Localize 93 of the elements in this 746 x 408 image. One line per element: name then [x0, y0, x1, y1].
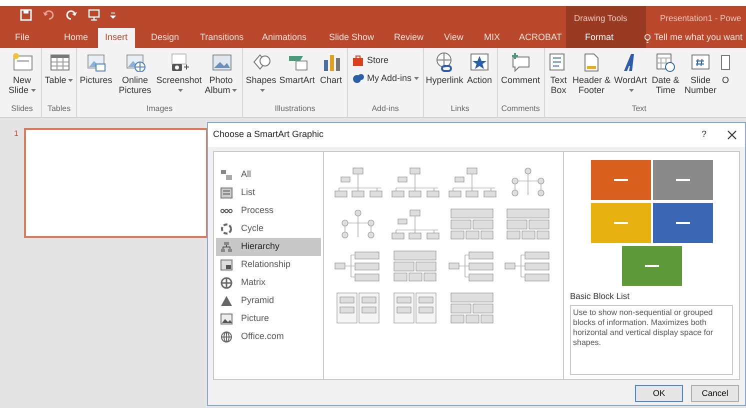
ribbon-button[interactable]: Chart: [317, 52, 345, 103]
category-item[interactable]: Picture: [216, 310, 321, 328]
category-item[interactable]: Matrix: [216, 274, 321, 292]
presentation-icon: [88, 9, 100, 21]
ribbon-button[interactable]: New Slide: [5, 52, 39, 103]
hierarchy-icon: [220, 241, 233, 253]
category-item[interactable]: Office.com: [216, 328, 321, 346]
group-label: Tables: [47, 103, 71, 115]
picture-icon: [220, 313, 233, 325]
undo-icon: [42, 9, 56, 21]
pyramid-icon: [220, 295, 233, 307]
category-item[interactable]: Cycle: [216, 220, 321, 238]
ribbon-button[interactable]: Hyperlink: [426, 52, 464, 103]
ribbon-tab[interactable]: Transitions: [193, 28, 251, 48]
layout-name: Basic Block List: [570, 290, 631, 303]
globe-icon: [220, 331, 233, 343]
ribbon-button[interactable]: SmartArt: [278, 52, 316, 103]
category-item[interactable]: Process: [216, 202, 321, 220]
calendar-icon: [655, 52, 676, 72]
close-icon: [727, 130, 737, 140]
slide-number: 1: [14, 128, 20, 140]
ribbon-tab[interactable]: Slide Show: [322, 28, 382, 48]
new-slide-icon: [12, 52, 32, 72]
context-tab-label: Drawing Tools: [574, 12, 628, 25]
ribbon-tab[interactable]: File: [8, 28, 37, 48]
ribbon-button[interactable]: Slide Number: [682, 52, 719, 103]
ribbon-button[interactable]: Table: [44, 52, 74, 103]
category-item[interactable]: List: [216, 184, 321, 202]
group-label: Images: [146, 103, 173, 115]
group-label: Comments: [501, 103, 540, 115]
ok-button[interactable]: OK: [635, 385, 683, 402]
save-icon: [20, 9, 32, 21]
ribbon-button[interactable]: My Add-ins: [350, 72, 421, 85]
ribbon-tab[interactable]: ACROBAT: [512, 28, 569, 48]
number-sign-icon: [690, 52, 712, 72]
store-icon: [352, 54, 364, 68]
ribbon-button[interactable]: Date & Time: [650, 52, 682, 103]
comment-icon: [510, 52, 532, 72]
ribbon-tab[interactable]: Design: [144, 28, 186, 48]
customize-icon: [110, 11, 116, 19]
hierarchy-diagram-icon: [333, 165, 383, 199]
camera-icon: [168, 52, 190, 72]
table-icon: [48, 52, 70, 72]
category-item[interactable]: All: [216, 166, 321, 184]
matrix-icon: [220, 277, 233, 289]
ribbon-button[interactable]: Shapes: [245, 52, 277, 103]
layout-description: Use to show non-sequential or grouped blocks of information. Maximizes both horizontal and vertical display space for shapes.: [570, 304, 733, 375]
ribbon-button[interactable]: Photo Album: [202, 52, 240, 103]
globe-picture-icon: [124, 52, 146, 72]
ribbon-button[interactable]: Online Pictures: [114, 52, 156, 103]
category-item[interactable]: Pyramid: [216, 292, 321, 310]
group-label: Add-ins: [372, 103, 399, 115]
ribbon-button[interactable]: Comment: [500, 52, 542, 103]
ribbon-button[interactable]: WordArt: [612, 52, 649, 103]
category-item[interactable]: Hierarchy: [216, 238, 321, 256]
ribbon-button[interactable]: Pictures: [79, 52, 113, 103]
all-icon: [220, 169, 233, 181]
help-button[interactable]: ?: [694, 128, 714, 142]
dialog-title: Choose a SmartArt Graphic: [213, 128, 325, 142]
tell-me-field[interactable]: Tell me what you want: [644, 28, 746, 48]
ribbon-tab[interactable]: Format: [578, 28, 621, 48]
group-label: Slides: [11, 103, 33, 115]
hierarchy-diagram-icon: [390, 165, 440, 199]
slide-thumbnail[interactable]: [24, 128, 208, 238]
ribbon-button[interactable]: Store: [350, 54, 421, 68]
ribbon-button[interactable]: Action: [464, 52, 495, 103]
list-icon: [220, 187, 233, 199]
relationship-icon: [220, 259, 233, 271]
photo-album-icon: [210, 52, 232, 72]
hierarchy-diagram-icon: [446, 249, 496, 283]
window-title: Presentation1 - Powe: [660, 12, 742, 25]
ribbon-button[interactable]: Header & Footer: [572, 52, 612, 103]
lightbulb-icon: [644, 32, 651, 44]
group-label: Text: [632, 103, 646, 115]
ribbon-button[interactable]: O: [720, 52, 732, 103]
group-label: Links: [450, 103, 470, 115]
ribbon-tab[interactable]: Insert: [98, 28, 135, 48]
ribbon-tab[interactable]: MIX: [477, 28, 508, 48]
redo-icon: [66, 9, 78, 21]
shapes-icon: [250, 52, 272, 72]
ribbon-tab[interactable]: Animations: [255, 28, 314, 48]
category-item[interactable]: Relationship: [216, 256, 321, 274]
hierarchy-diagram-icon: [446, 165, 496, 199]
hierarchy-diagram-icon: [390, 207, 440, 241]
ribbon-tab[interactable]: View: [437, 28, 470, 48]
cancel-button[interactable]: Cancel: [691, 385, 739, 402]
picture-icon: [86, 52, 106, 72]
ribbon-tab[interactable]: Home: [57, 28, 96, 48]
ribbon-button[interactable]: Text Box: [546, 52, 571, 103]
cycle-icon: [220, 223, 233, 235]
ribbon-tab[interactable]: Review: [387, 28, 431, 48]
group-label: Illustrations: [274, 103, 316, 115]
ribbon-button[interactable]: Screenshot: [157, 52, 201, 103]
